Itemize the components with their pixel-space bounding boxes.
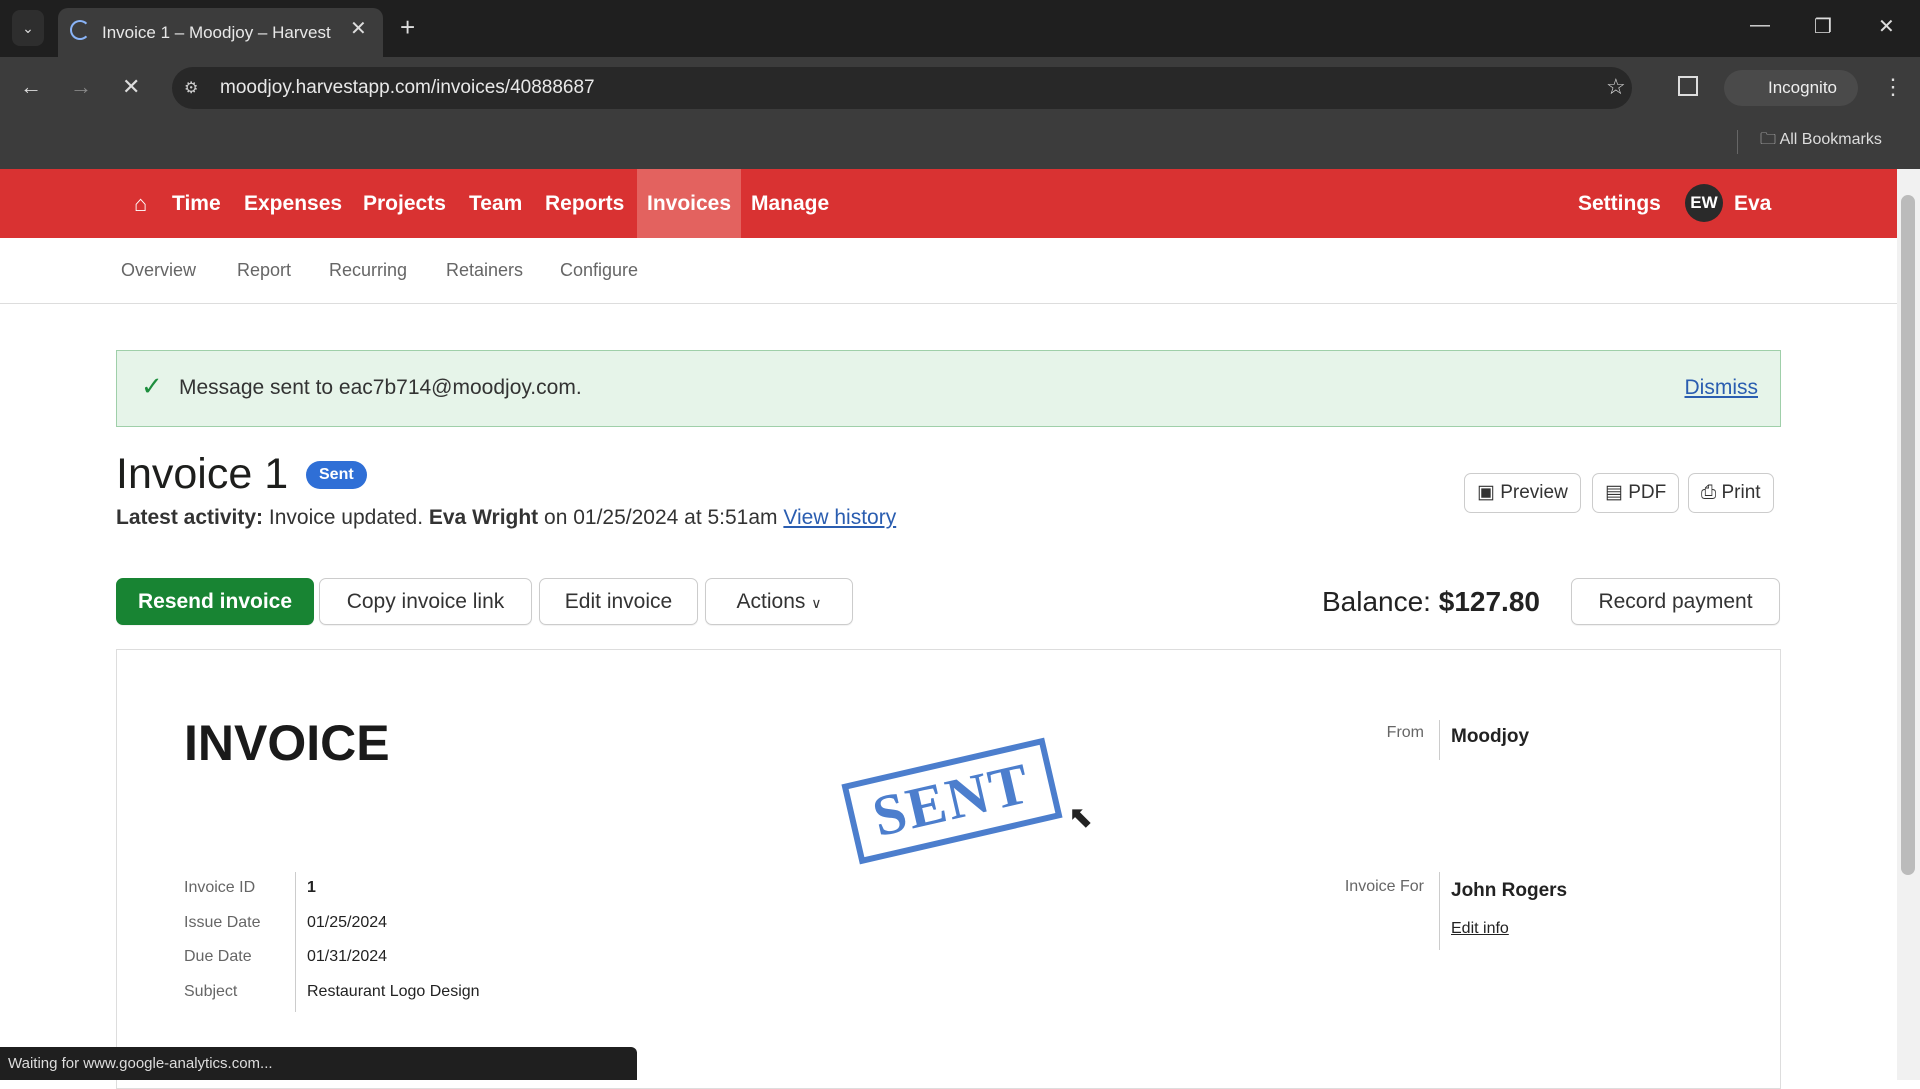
activity-when: on 01/25/2024 at 5:51am (544, 506, 778, 529)
stop-loading-icon[interactable]: ✕ (122, 74, 140, 100)
subnav-configure[interactable]: Configure (560, 260, 638, 281)
edit-invoice-button[interactable]: Edit invoice (539, 578, 698, 625)
avatar[interactable]: EW (1685, 184, 1723, 222)
document-icon: ▤ (1605, 482, 1623, 503)
activity-label: Latest activity: (116, 506, 264, 529)
main-nav: ⌂ Time Expenses Projects Team Reports In… (0, 169, 1897, 238)
field-label: Issue Date (184, 914, 261, 931)
mouse-cursor-icon: ⬉ (1068, 801, 1094, 834)
preview-label: Preview (1500, 482, 1568, 503)
new-tab-button[interactable]: + (400, 12, 415, 43)
nav-projects[interactable]: Projects (353, 169, 456, 238)
preview-button[interactable]: ▣ Preview (1464, 473, 1581, 513)
address-bar[interactable]: moodjoy.harvestapp.com/invoices/40888687 (172, 67, 1632, 109)
chevron-down-icon: ∨ (811, 595, 822, 611)
success-alert: ✓ Message sent to eac7b714@moodjoy.com. … (116, 350, 1781, 427)
subnav-recurring[interactable]: Recurring (329, 260, 407, 281)
print-label: Print (1721, 482, 1761, 503)
nav-team[interactable]: Team (459, 169, 532, 238)
incognito-label: Incognito (1768, 78, 1837, 97)
pdf-label: PDF (1628, 482, 1667, 503)
browser-status-bar: Waiting for www.google-analytics.com... (0, 1047, 637, 1080)
alert-message: Message sent to eac7b714@moodjoy.com. (179, 376, 582, 399)
tab-title: Invoice 1 – Moodjoy – Harvest (102, 22, 331, 42)
record-payment-button[interactable]: Record payment (1571, 578, 1780, 625)
field-value: 1 (307, 879, 316, 896)
subnav-retainers[interactable]: Retainers (446, 260, 523, 281)
page-title: Invoice 1 (116, 450, 289, 498)
nav-settings[interactable]: Settings (1568, 169, 1671, 238)
loading-spinner-icon (70, 20, 90, 40)
latest-activity: Latest activity: Invoice updated. Eva Wr… (116, 506, 896, 530)
nav-invoices[interactable]: Invoices (637, 169, 742, 238)
minimize-button[interactable]: — (1750, 14, 1770, 37)
edit-info-link[interactable]: Edit info (1451, 920, 1509, 938)
field-value: Restaurant Logo Design (307, 983, 480, 1000)
all-bookmarks[interactable]: 🗀 All Bookmarks (1760, 128, 1882, 155)
invoice-heading: INVOICE (184, 715, 390, 771)
bookmarks-label: All Bookmarks (1779, 131, 1882, 148)
resend-invoice-button[interactable]: Resend invoice (116, 578, 314, 625)
browser-tab[interactable]: Invoice 1 – Moodjoy – Harvest (58, 8, 383, 57)
status-badge: Sent (306, 461, 367, 489)
bookmark-star-icon[interactable]: ☆ (1606, 74, 1626, 100)
field-value: 01/25/2024 (307, 914, 388, 931)
nav-manage[interactable]: Manage (741, 169, 839, 238)
subnav-overview[interactable]: Overview (121, 260, 196, 281)
nav-reports[interactable]: Reports (535, 169, 634, 238)
copy-invoice-link-button[interactable]: Copy invoice link (319, 578, 532, 625)
divider (1439, 720, 1440, 760)
field-label: Subject (184, 983, 238, 1000)
url-text: moodjoy.harvestapp.com/invoices/40888687 (220, 77, 595, 98)
balance: Balance: $127.80 (1322, 586, 1540, 618)
close-tab-icon[interactable]: ✕ (350, 16, 367, 41)
user-menu[interactable]: Eva (1724, 169, 1781, 238)
back-icon[interactable]: ← (20, 74, 42, 100)
view-history-link[interactable]: View history (783, 506, 896, 529)
incognito-indicator[interactable]: Incognito (1724, 70, 1858, 106)
balance-label: Balance: (1322, 586, 1431, 617)
side-panel-icon[interactable] (1678, 76, 1698, 96)
print-button[interactable]: ⎙ Print (1688, 473, 1774, 513)
nav-expenses[interactable]: Expenses (234, 169, 352, 238)
browser-menu-icon[interactable]: ⋮ (1882, 74, 1904, 100)
invoice-for-value: John Rogers (1451, 880, 1568, 901)
nav-time[interactable]: Time (162, 169, 231, 238)
home-icon[interactable]: ⌂ (124, 169, 157, 238)
actions-label: Actions (736, 590, 806, 613)
printer-icon: ⎙ (1701, 482, 1717, 503)
actions-dropdown[interactable]: Actions ∨ (705, 578, 853, 625)
field-label: Due Date (184, 948, 252, 965)
from-label: From (1386, 724, 1424, 741)
forward-icon[interactable]: → (70, 74, 92, 100)
divider (1439, 872, 1440, 950)
balance-amount: $127.80 (1438, 586, 1540, 617)
restore-button[interactable]: ❐ (1814, 14, 1832, 39)
divider (1737, 130, 1738, 154)
activity-user: Eva Wright (428, 506, 539, 529)
close-window-button[interactable]: ✕ (1878, 14, 1895, 39)
scrollbar-thumb[interactable] (1901, 195, 1915, 875)
site-info-icon[interactable]: ⚙ (184, 78, 198, 98)
subnav-report[interactable]: Report (237, 260, 291, 281)
invoice-for-label: Invoice For (1344, 878, 1424, 895)
check-icon: ✓ (141, 371, 163, 401)
preview-icon: ▣ (1477, 482, 1495, 503)
sub-nav: Overview Report Recurring Retainers Conf… (0, 238, 1897, 304)
activity-text: Invoice updated. (268, 506, 424, 529)
divider (295, 872, 296, 1012)
pdf-button[interactable]: ▤ PDF (1592, 473, 1680, 513)
field-value: 01/31/2024 (307, 948, 388, 965)
dismiss-link[interactable]: Dismiss (1685, 376, 1759, 400)
tab-search-button[interactable]: ⌄ (12, 10, 44, 46)
from-value: Moodjoy (1451, 726, 1530, 747)
field-label: Invoice ID (184, 879, 256, 896)
